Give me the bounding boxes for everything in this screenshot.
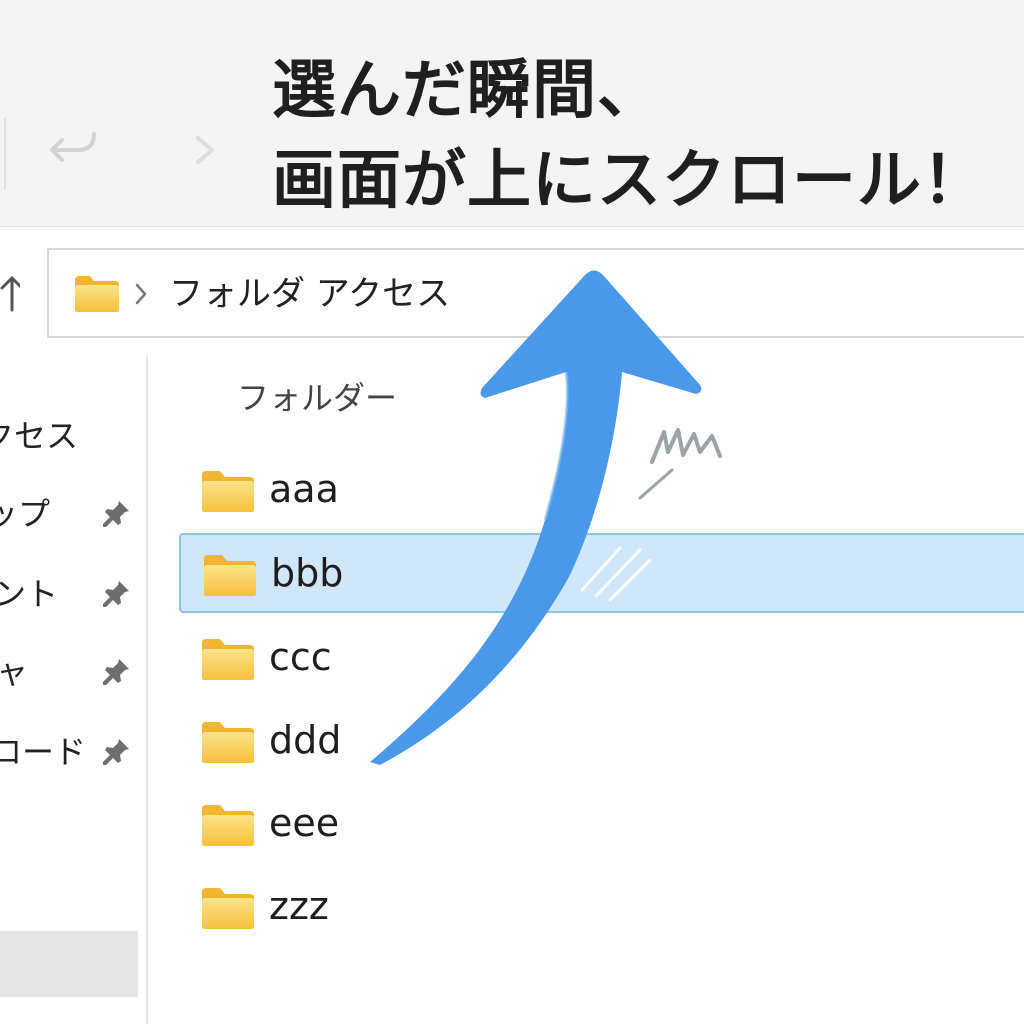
toolbar: 選んだ瞬間、 画面が上にスクロール！: [0, 0, 1024, 227]
sidebar-item-desktop[interactable]: ップ: [0, 486, 146, 542]
sidebar-item-downloads[interactable]: ンロード: [0, 724, 146, 780]
section-title: フォルダー: [237, 379, 398, 417]
folder-row-bbb[interactable]: bbb: [179, 533, 1024, 613]
address-bar[interactable]: フォルダ アクセス: [47, 248, 1024, 338]
back-arrow-icon[interactable]: [44, 120, 108, 180]
sidebar-item-quick-access[interactable]: クセス: [0, 408, 146, 464]
folder-name: ddd: [269, 718, 342, 762]
headline: 選んだ瞬間、 画面が上にスクロール！: [272, 46, 987, 226]
folder-name: zzz: [269, 884, 329, 928]
folder-row-ccc[interactable]: ccc: [179, 619, 1024, 699]
sidebar-item-documents[interactable]: メント: [0, 566, 146, 622]
folder-icon: [202, 471, 254, 512]
sidebar-item-label: ャ: [0, 653, 28, 691]
folder-name: bbb: [271, 551, 344, 595]
folder-name: aaa: [269, 467, 339, 511]
folder-icon: [202, 722, 254, 763]
sidebar-item-label: クセス: [0, 417, 78, 455]
address-path: フォルダ アクセス: [169, 274, 451, 314]
folder-row-zzz[interactable]: zzz: [179, 868, 1024, 948]
toolbar-divider: [4, 118, 6, 190]
pin-icon[interactable]: [100, 656, 132, 688]
forward-arrow-icon[interactable]: [190, 120, 220, 180]
up-arrow-icon[interactable]: [0, 276, 20, 312]
folder-row-eee[interactable]: eee: [179, 785, 1024, 865]
sidebar-item-label: ンロード: [0, 733, 86, 771]
file-list: フォルダー aaa bbb ccc ddd eee zzz: [147, 356, 1024, 1024]
folder-name: ccc: [269, 635, 332, 679]
folder-icon: [202, 805, 254, 846]
sidebar-item-placeholder[interactable]: [0, 931, 138, 997]
pin-icon[interactable]: [100, 578, 132, 610]
folder-name: eee: [269, 801, 340, 845]
sidebar-item-label: ップ: [0, 495, 50, 533]
headline-line-2: 画面が上にスクロール！: [272, 144, 987, 218]
folder-icon: [202, 639, 254, 680]
folder-row-ddd[interactable]: ddd: [179, 702, 1024, 782]
folder-icon: [75, 276, 119, 312]
headline-line-1: 選んだ瞬間、: [272, 54, 662, 128]
folder-icon: [204, 555, 256, 596]
pin-icon[interactable]: [100, 736, 132, 768]
folder-icon: [202, 888, 254, 929]
chevron-right-icon: [135, 283, 147, 305]
sidebar-item-pictures[interactable]: ャ: [0, 644, 146, 700]
sidebar: クセス ップ メント ャ ンロード: [0, 356, 148, 1024]
sidebar-item-label: メント: [0, 575, 58, 613]
pin-icon[interactable]: [100, 498, 132, 530]
folder-row-aaa[interactable]: aaa: [179, 451, 1024, 531]
